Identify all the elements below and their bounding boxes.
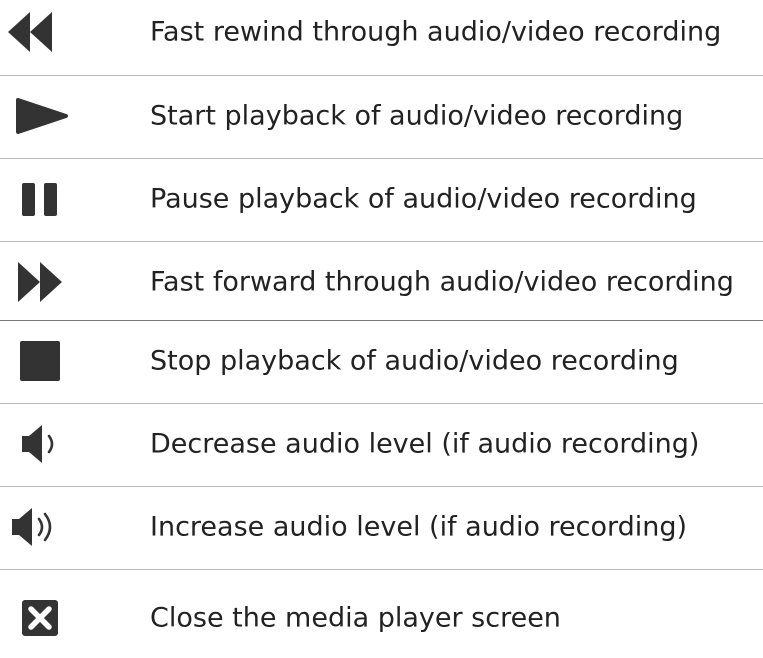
legend-row-fast-forward: Fast forward through audio/video recordi… bbox=[0, 242, 763, 322]
media-controls-legend: Fast rewind through audio/video recordin… bbox=[0, 0, 763, 639]
volume-down-icon bbox=[0, 404, 90, 484]
pause-icon bbox=[0, 159, 90, 239]
legend-row-rewind: Fast rewind through audio/video recordin… bbox=[0, 0, 763, 72]
legend-row-play: Start playback of audio/video recording bbox=[0, 76, 763, 156]
legend-row-volume-up: Increase audio level (if audio recording… bbox=[0, 487, 763, 567]
legend-label-volume-up: Increase audio level (if audio recording… bbox=[150, 511, 688, 543]
legend-row-volume-down: Decrease audio level (if audio recording… bbox=[0, 404, 763, 484]
volume-up-icon bbox=[0, 487, 90, 567]
legend-row-stop: Stop playback of audio/video recording bbox=[0, 321, 763, 401]
legend-row-close: Close the media player screen bbox=[0, 578, 763, 658]
fast-forward-icon bbox=[0, 242, 90, 322]
stop-icon bbox=[0, 321, 90, 401]
close-icon bbox=[0, 578, 90, 658]
rewind-icon bbox=[0, 0, 90, 72]
divider bbox=[0, 569, 763, 570]
legend-label-pause: Pause playback of audio/video recording bbox=[150, 183, 697, 215]
legend-label-stop: Stop playback of audio/video recording bbox=[150, 345, 679, 377]
legend-label-volume-down: Decrease audio level (if audio recording… bbox=[150, 428, 700, 460]
legend-label-close: Close the media player screen bbox=[150, 602, 561, 634]
legend-label-play: Start playback of audio/video recording bbox=[150, 100, 684, 132]
play-icon bbox=[0, 76, 90, 156]
legend-row-pause: Pause playback of audio/video recording bbox=[0, 159, 763, 239]
legend-label-fast-forward: Fast forward through audio/video recordi… bbox=[150, 266, 734, 298]
legend-label-rewind: Fast rewind through audio/video recordin… bbox=[150, 16, 722, 48]
